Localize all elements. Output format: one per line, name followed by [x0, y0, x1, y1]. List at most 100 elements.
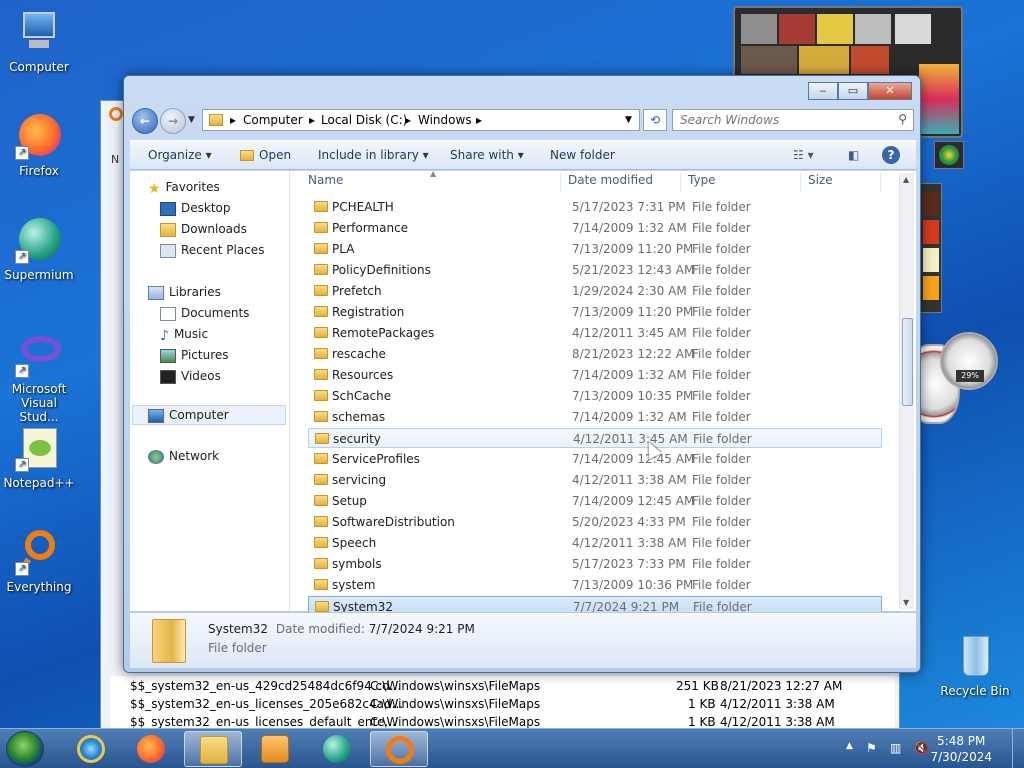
breadcrumb-windows[interactable]: Windows: [418, 113, 472, 127]
explorer-window[interactable]: ‒ ▭ ✕ ← → ▼ ▸ Computer ▸ Local Disk (C:)…: [123, 75, 921, 673]
nav-videos[interactable]: Videos: [160, 369, 221, 389]
file-name: RemotePackages: [332, 326, 435, 340]
file-row[interactable]: SchCache 7/13/2009 10:35 PM File folder: [308, 386, 882, 406]
color-gadget[interactable]: [920, 183, 942, 313]
file-date-modified: 4/12/2011 3:45 AM: [573, 432, 688, 446]
desktop-icon-visual-studio[interactable]: ↗ Microsoft Visual Stud...: [0, 330, 78, 424]
file-type: File folder: [692, 263, 751, 277]
list-item[interactable]: $$_system32_en-us_licenses_205e682c4ad..…: [110, 695, 895, 713]
file-type: File folder: [692, 347, 751, 361]
scroll-up-icon[interactable]: ▲: [903, 175, 909, 184]
file-row[interactable]: PCHEALTH 5/17/2023 7:31 PM File folder: [308, 197, 882, 217]
maximize-button[interactable]: ▭: [838, 82, 868, 100]
nav-downloads[interactable]: Downloads: [160, 222, 247, 242]
network-tray-icon[interactable]: ▥: [890, 741, 901, 755]
folder-icon: [314, 474, 328, 485]
file-row[interactable]: schemas 7/14/2009 1:32 AM File folder: [308, 407, 882, 427]
minimize-button[interactable]: ‒: [808, 82, 838, 100]
search-icon[interactable]: ⚲: [898, 112, 907, 126]
nav-libraries[interactable]: Libraries: [148, 285, 221, 305]
search-input[interactable]: [673, 110, 883, 130]
file-date-modified: 7/13/2009 11:20 PM: [572, 242, 694, 256]
file-row[interactable]: Registration 7/13/2009 11:20 PM File folde…: [308, 302, 882, 322]
new-folder-button[interactable]: New folder: [550, 148, 615, 162]
nav-computer[interactable]: Computer: [132, 405, 286, 425]
file-row[interactable]: Setup 7/14/2009 12:45 AM File folder: [308, 491, 882, 511]
file-row[interactable]: rescache 8/21/2023 12:22 AM File folder: [308, 344, 882, 364]
close-button[interactable]: ✕: [868, 82, 912, 100]
view-options-icon[interactable]: ☷ ▾: [793, 148, 814, 162]
desktop-icon-supermium[interactable]: ↗ Supermium: [0, 216, 78, 282]
preview-pane-icon[interactable]: ◧: [848, 148, 859, 162]
address-bar[interactable]: ▸ Computer ▸ Local Disk (C:) ▸ Windows ▸…: [202, 109, 640, 131]
nav-documents[interactable]: Documents: [160, 306, 249, 326]
desktop-icon-computer[interactable]: Computer: [0, 8, 78, 74]
taskbar-media-player[interactable]: [246, 731, 304, 767]
show-hidden-icons-button[interactable]: ▲: [846, 741, 853, 751]
nav-recent-places[interactable]: Recent Places: [160, 243, 264, 263]
file-row[interactable]: RemotePackages 4/12/2011 3:45 AM File fold…: [308, 323, 882, 343]
file-type: File folder: [692, 305, 751, 319]
file-row[interactable]: Performance 7/14/2009 1:32 AM File folder: [308, 218, 882, 238]
breadcrumb-local-disk[interactable]: Local Disk (C:): [321, 113, 407, 127]
taskbar-firefox[interactable]: [122, 731, 180, 767]
file-type: File folder: [692, 557, 751, 571]
scroll-down-icon[interactable]: ▼: [903, 598, 909, 607]
open-button[interactable]: Open: [240, 148, 291, 162]
gadget-control[interactable]: [934, 141, 964, 169]
details-name: System32: [208, 622, 269, 636]
taskbar-everything[interactable]: [370, 731, 428, 767]
file-row[interactable]: servicing 4/12/2011 3:38 AM File folder: [308, 470, 882, 490]
volume-muted-icon[interactable]: 🔇: [914, 741, 929, 755]
column-type[interactable]: Type: [688, 173, 716, 195]
organize-button[interactable]: Organize ▾: [148, 148, 212, 162]
file-row[interactable]: symbols 5/17/2023 7:33 PM File folder: [308, 554, 882, 574]
address-dropdown-icon[interactable]: ▼: [625, 115, 632, 125]
desktop-icon-notepadpp[interactable]: ↗ Notepad++: [0, 424, 78, 490]
command-bar: Organize ▾ Open Include in library ▾ Sha…: [130, 140, 916, 170]
vertical-scrollbar[interactable]: ▲ ▼: [899, 173, 914, 609]
nav-network[interactable]: Network: [148, 449, 219, 469]
file-name: symbols: [332, 557, 382, 571]
column-size[interactable]: Size: [808, 173, 833, 195]
file-row[interactable]: system 7/13/2009 10:36 PM File folder: [308, 575, 882, 595]
recent-pages-chevron-icon[interactable]: ▼: [188, 115, 195, 125]
file-row[interactable]: SoftwareDistribution 5/20/2023 4:33 PM Fil…: [308, 512, 882, 532]
file-row[interactable]: security 4/12/2011 3:45 AM File folder: [308, 428, 882, 448]
nav-pictures[interactable]: Pictures: [160, 348, 229, 368]
help-icon[interactable]: ?: [882, 146, 900, 164]
taskbar-windows-explorer[interactable]: [184, 731, 242, 767]
file-row[interactable]: Speech 4/12/2011 3:38 AM File folder: [308, 533, 882, 553]
libraries-icon: [148, 285, 164, 300]
show-desktop-button[interactable]: [1012, 729, 1024, 768]
column-date-modified[interactable]: Date modified: [568, 173, 653, 195]
column-name[interactable]: Name: [308, 173, 343, 195]
list-item[interactable]: $$_system32_en-us_429cd25484dc6f94.cd...…: [110, 677, 895, 695]
nav-favorites[interactable]: ★ Favorites: [148, 180, 220, 200]
scrollbar-thumb[interactable]: [902, 318, 913, 406]
include-in-library-button[interactable]: Include in library ▾: [318, 148, 429, 162]
file-row[interactable]: ServiceProfiles 7/14/2009 12:45 AM File fo…: [308, 449, 882, 469]
action-center-flag-icon[interactable]: ⚑: [866, 741, 877, 755]
file-row[interactable]: Prefetch 1/29/2024 2:30 AM File folder: [308, 281, 882, 301]
folder-icon: [314, 390, 328, 401]
file-row[interactable]: PLA 7/13/2009 11:20 PM File folder: [308, 239, 882, 259]
share-with-button[interactable]: Share with ▾: [450, 148, 524, 162]
file-row[interactable]: Resources 7/14/2009 1:32 AM File folder: [308, 365, 882, 385]
back-button[interactable]: ←: [132, 108, 158, 134]
desktop-icon-everything[interactable]: ↗ Everything: [0, 528, 78, 594]
breadcrumb-computer[interactable]: Computer: [243, 113, 303, 127]
refresh-button[interactable]: ⟲: [643, 109, 667, 131]
system-clock[interactable]: 5:48 PM 7/30/2024: [930, 733, 992, 765]
taskbar-supermium[interactable]: [308, 731, 366, 767]
desktop-icon-firefox[interactable]: ↗ Firefox: [0, 112, 78, 178]
start-button[interactable]: [6, 731, 44, 767]
nav-music[interactable]: ♪ Music: [160, 327, 208, 347]
nav-desktop[interactable]: Desktop: [160, 201, 231, 221]
taskbar-internet-explorer[interactable]: [62, 731, 120, 767]
recent-places-icon: [160, 243, 176, 258]
file-row[interactable]: PolicyDefinitions 5/21/2023 12:43 AM File …: [308, 260, 882, 280]
forward-button[interactable]: →: [160, 108, 186, 134]
desktop-icon-recycle-bin[interactable]: Recycle Bin: [936, 632, 1014, 698]
file-date-modified: 7/14/2009 12:45 AM: [572, 452, 695, 466]
